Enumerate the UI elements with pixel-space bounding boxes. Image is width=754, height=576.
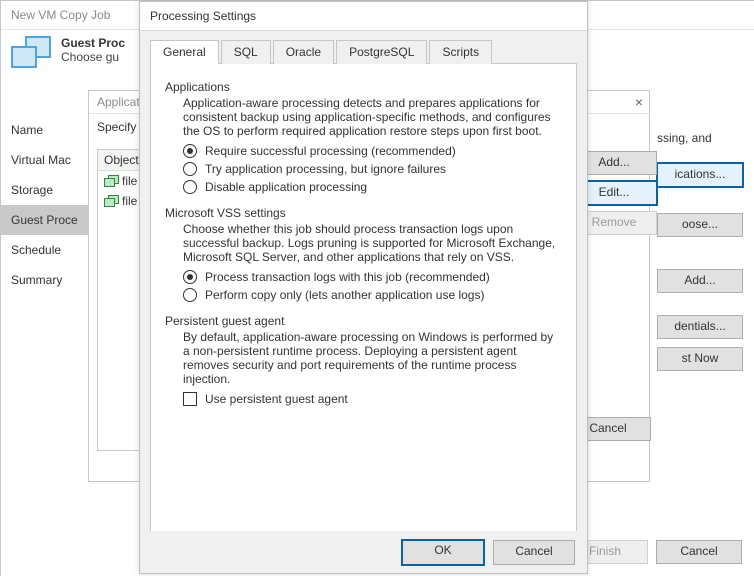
tab-postgresql[interactable]: PostgreSQL [336,40,427,64]
wizard-nav-name[interactable]: Name [1,115,89,145]
agent-section-title: Persistent guest agent [165,314,562,328]
radio-disable-processing[interactable]: Disable application processing [183,180,562,194]
wizard-nav: Name Virtual Mac Storage Guest Proce Sch… [1,97,89,576]
wizard-nav-summary[interactable]: Summary [1,265,89,295]
tab-content: Applications Application-aware processin… [150,63,577,555]
tab-bar: General SQL Oracle PostgreSQL Scripts [140,31,587,63]
agent-section-desc: By default, application-aware processing… [183,330,562,386]
wizard-nav-schedule[interactable]: Schedule [1,235,89,265]
wizard-nav-vm[interactable]: Virtual Mac [1,145,89,175]
vss-section-title: Microsoft VSS settings [165,206,562,220]
check-persistent-agent[interactable]: Use persistent guest agent [183,392,562,406]
choose-button[interactable]: oose... [657,213,743,237]
close-icon[interactable]: × [635,94,643,110]
server-icon [104,175,118,187]
dialog-title: Processing Settings [140,2,587,31]
test-now-button[interactable]: st Now [657,347,743,371]
wizard-nav-guest-processing[interactable]: Guest Proce [1,205,89,235]
vm-copy-icon [11,36,55,72]
applications-button[interactable]: ications... [657,163,743,187]
add-button[interactable]: Add... [657,269,743,293]
processing-settings-dialog: Processing Settings General SQL Oracle P… [139,1,588,574]
tab-oracle[interactable]: Oracle [273,40,334,64]
wizard-subheading: Choose gu [61,50,125,64]
dialog-footer: OK Cancel [140,531,587,573]
tab-sql[interactable]: SQL [221,40,271,64]
applications-section-desc: Application-aware processing detects and… [183,96,562,138]
ok-button[interactable]: OK [401,539,485,566]
wizard-heading: Guest Proc [61,36,125,50]
tab-general[interactable]: General [150,40,219,64]
radio-process-logs[interactable]: Process transaction logs with this job (… [183,270,562,284]
radio-require-processing[interactable]: Require successful processing (recommend… [183,144,562,158]
radio-try-processing[interactable]: Try application processing, but ignore f… [183,162,562,176]
radio-copy-only[interactable]: Perform copy only (lets another applicat… [183,288,562,302]
applications-section-title: Applications [165,80,562,94]
server-icon [104,195,118,207]
wizard-nav-storage[interactable]: Storage [1,175,89,205]
cancel-button[interactable]: Cancel [493,540,575,565]
vss-section-desc: Choose whether this job should process t… [183,222,562,264]
credentials-button[interactable]: dentials... [657,315,743,339]
wizard-cancel-button[interactable]: Cancel [656,540,742,564]
tab-scripts[interactable]: Scripts [429,40,492,64]
text-fragment: ssing, and [657,131,712,145]
